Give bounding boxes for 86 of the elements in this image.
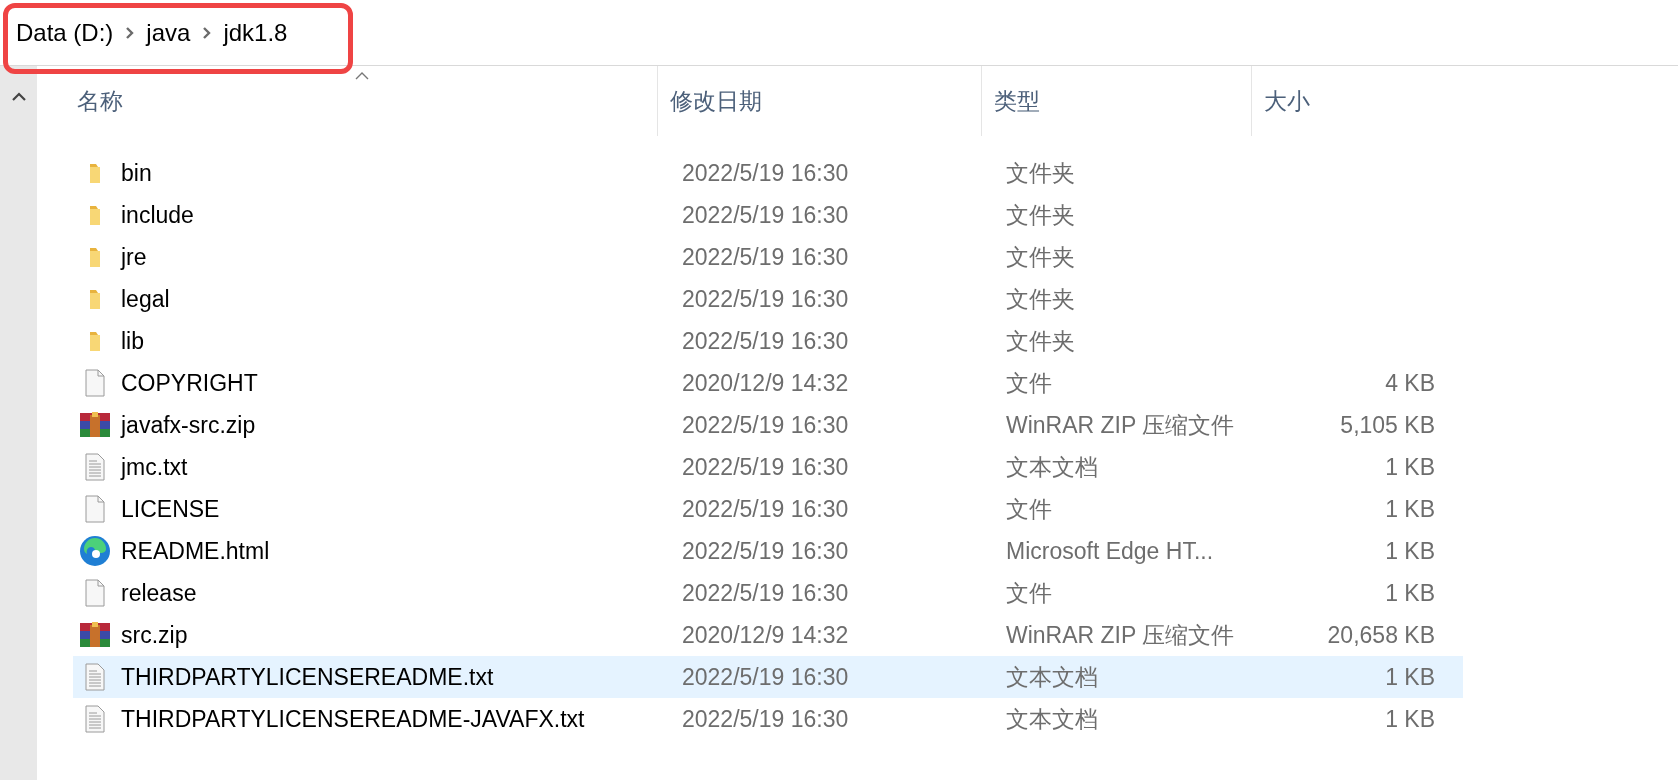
column-header[interactable]: 修改日期 <box>657 66 981 136</box>
modified-date: 2022/5/19 16:30 <box>682 327 849 354</box>
file-name: jre <box>121 243 147 270</box>
sort-ascending-icon <box>355 72 369 80</box>
file-type: 文件 <box>1006 579 1052 606</box>
file-name: LICENSE <box>121 495 220 522</box>
file-size: 1 KB <box>1385 495 1435 522</box>
text-file-icon <box>82 663 108 691</box>
file-name: COPYRIGHT <box>121 369 258 396</box>
modified-date: 2022/5/19 16:30 <box>682 243 849 270</box>
modified-date: 2022/5/19 16:30 <box>682 663 849 690</box>
file-row[interactable]: jre 2022/5/19 16:30 文件夹 <box>73 236 1463 278</box>
file-row[interactable]: LICENSE 2022/5/19 16:30 文件 1 KB <box>73 488 1463 530</box>
file-row[interactable]: jmc.txt 2022/5/19 16:30 文本文档 1 KB <box>73 446 1463 488</box>
browser-icon <box>79 535 111 567</box>
file-icon <box>82 369 108 397</box>
file-type: 文件夹 <box>1006 243 1075 270</box>
file-size: 1 KB <box>1385 705 1435 732</box>
archive-icon <box>79 411 111 439</box>
file-size: 1 KB <box>1385 453 1435 480</box>
scroll-up-icon[interactable] <box>11 92 26 101</box>
file-type: 文件夹 <box>1006 327 1075 354</box>
breadcrumb-item[interactable]: Data (D:) <box>16 14 114 51</box>
chevron-right-icon <box>125 25 135 40</box>
modified-date: 2022/5/19 16:30 <box>682 537 849 564</box>
file-name: legal <box>121 285 170 312</box>
file-row[interactable]: README.html 2022/5/19 16:30 Microsoft Edge HT... 1 KB <box>73 530 1463 572</box>
file-name: README.html <box>121 537 270 564</box>
modified-date: 2022/5/19 16:30 <box>682 495 849 522</box>
file-row[interactable]: include 2022/5/19 16:30 文件夹 <box>73 194 1463 236</box>
modified-date: 2020/12/9 14:32 <box>682 369 849 396</box>
scrollbar[interactable] <box>0 66 37 780</box>
file-name: bin <box>121 159 152 186</box>
text-file-icon <box>82 453 108 481</box>
file-row[interactable]: lib 2022/5/19 16:30 文件夹 <box>73 320 1463 362</box>
file-name: javafx-src.zip <box>121 411 256 438</box>
file-type: WinRAR ZIP 压缩文件 <box>1006 411 1235 438</box>
modified-date: 2022/5/19 16:30 <box>682 453 849 480</box>
file-row[interactable]: src.zip 2020/12/9 14:32 WinRAR ZIP 压缩文件 20,658 KB <box>73 614 1463 656</box>
file-type: 文件夹 <box>1006 201 1075 228</box>
file-type: 文件夹 <box>1006 159 1075 186</box>
file-row[interactable]: COPYRIGHT 2020/12/9 14:32 文件 4 KB <box>73 362 1463 404</box>
file-type: 文本文档 <box>1006 453 1098 480</box>
file-row[interactable]: release 2022/5/19 16:30 文件 1 KB <box>73 572 1463 614</box>
file-icon <box>82 579 108 607</box>
file-size: 1 KB <box>1385 579 1435 606</box>
breadcrumb-item[interactable]: java <box>146 14 191 51</box>
file-type: 文件 <box>1006 369 1052 396</box>
file-size: 1 KB <box>1385 537 1435 564</box>
modified-date: 2022/5/19 16:30 <box>682 705 849 732</box>
file-name: THIRDPARTYLICENSEREADME-JAVAFX.txt <box>121 705 585 732</box>
file-row[interactable]: THIRDPARTYLICENSEREADME-JAVAFX.txt 2022/5/19 16:30 文本文档 1 KB <box>73 698 1463 740</box>
file-row[interactable]: THIRDPARTYLICENSEREADME.txt 2022/5/19 16:30 文本文档 1 KB <box>73 656 1463 698</box>
text-file-icon <box>82 705 108 733</box>
file-name: release <box>121 579 197 606</box>
file-icon <box>82 495 108 523</box>
file-row[interactable]: bin 2022/5/19 16:30 文件夹 <box>73 152 1463 194</box>
file-type: 文本文档 <box>1006 705 1098 732</box>
modified-date: 2022/5/19 16:30 <box>682 201 849 228</box>
file-name: THIRDPARTYLICENSEREADME.txt <box>121 663 494 690</box>
chevron-right-icon <box>202 25 212 40</box>
file-name: lib <box>121 327 144 354</box>
file-size: 20,658 KB <box>1327 621 1435 648</box>
modified-date: 2022/5/19 16:30 <box>682 285 849 312</box>
breadcrumb-item[interactable]: jdk1.8 <box>223 14 288 51</box>
file-size: 5,105 KB <box>1340 411 1435 438</box>
column-header[interactable]: 类型 <box>981 66 1251 136</box>
modified-date: 2022/5/19 16:30 <box>682 411 849 438</box>
file-type: 文本文档 <box>1006 663 1098 690</box>
file-row[interactable]: legal 2022/5/19 16:30 文件夹 <box>73 278 1463 320</box>
archive-icon <box>79 621 111 649</box>
file-type: WinRAR ZIP 压缩文件 <box>1006 621 1235 648</box>
file-row[interactable]: javafx-src.zip 2022/5/19 16:30 WinRAR ZIP 压缩文件 5,105 KB <box>73 404 1463 446</box>
file-type: Microsoft Edge HT... <box>1006 537 1214 564</box>
file-size: 4 KB <box>1385 369 1435 396</box>
file-name: include <box>121 201 194 228</box>
file-size: 1 KB <box>1385 663 1435 690</box>
column-header[interactable]: 大小 <box>1251 66 1431 136</box>
file-type: 文件 <box>1006 495 1052 522</box>
file-name: jmc.txt <box>121 453 188 480</box>
file-type: 文件夹 <box>1006 285 1075 312</box>
file-name: src.zip <box>121 621 188 648</box>
modified-date: 2022/5/19 16:30 <box>682 579 849 606</box>
modified-date: 2022/5/19 16:30 <box>682 159 849 186</box>
column-header[interactable]: 名称 <box>37 66 657 136</box>
modified-date: 2020/12/9 14:32 <box>682 621 849 648</box>
